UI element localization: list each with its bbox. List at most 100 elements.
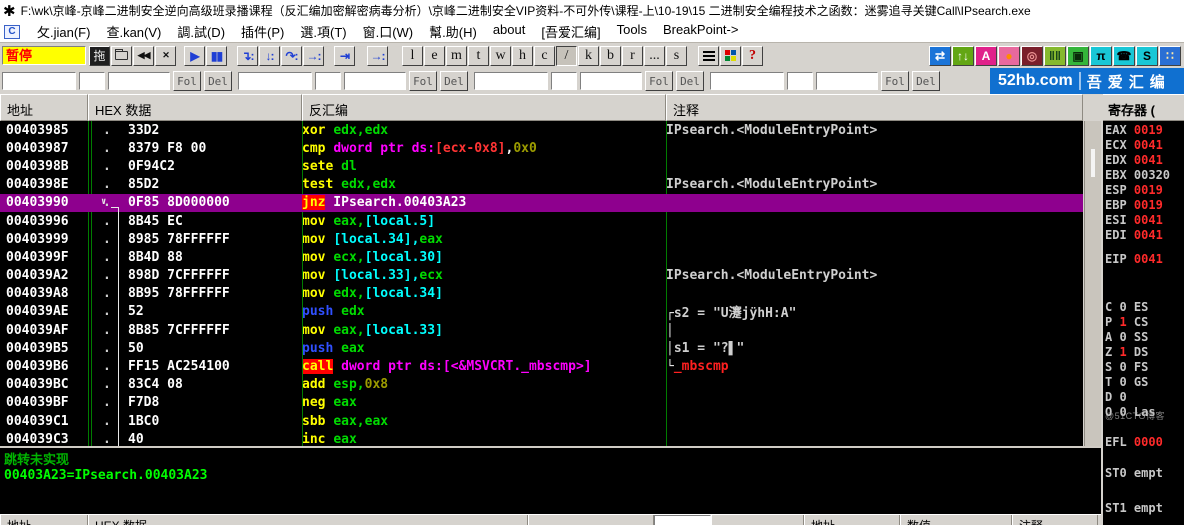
disasm-row[interactable]: 00403990. 0F85 8D000000 jnz IPsearch.00403… bbox=[0, 193, 1083, 212]
up-down-plugin-button[interactable]: ↑↓ bbox=[952, 45, 974, 66]
close-button[interactable]: ✕ bbox=[155, 45, 176, 66]
pause-button[interactable]: ▮▮ bbox=[206, 45, 227, 66]
call-stack-window-button[interactable]: k bbox=[578, 45, 599, 66]
register-row[interactable]: EBX 00320 bbox=[1105, 168, 1184, 183]
cpu-window-button[interactable]: c bbox=[534, 45, 555, 66]
menu-item-2[interactable]: 調.試(D) bbox=[169, 22, 233, 41]
menu-item-6[interactable]: 幫.助(H) bbox=[421, 22, 485, 41]
search-input-small[interactable] bbox=[787, 72, 813, 90]
log-window-button[interactable]: l bbox=[402, 45, 423, 66]
follow-button[interactable]: Fol bbox=[173, 71, 201, 91]
disasm-row[interactable]: 004039AF. 8B85 7CFFFFFF mov eax,[local.33]… bbox=[0, 321, 1083, 339]
disasm-row[interactable]: 0040398E. 85D2 test edx,edx IPsearch.<Modul… bbox=[0, 176, 1083, 194]
register-row[interactable]: EDX 0041 bbox=[1105, 153, 1184, 168]
delete-button[interactable]: Del bbox=[912, 71, 940, 91]
register-row[interactable]: ECX 0041 bbox=[1105, 138, 1184, 153]
bars-plugin-button[interactable]: ‖‖ bbox=[1044, 45, 1066, 66]
search-input-mid[interactable] bbox=[108, 72, 170, 90]
search-input-small[interactable] bbox=[315, 72, 341, 90]
menu-item-0[interactable]: 攵.jian(F) bbox=[29, 22, 98, 41]
register-row[interactable]: EBP 0019 bbox=[1105, 198, 1184, 213]
disasm-row[interactable]: 00403999. 8985 78FFFFFF mov [local.34],eax bbox=[0, 230, 1083, 248]
disasm-scrollbar[interactable] bbox=[1084, 121, 1101, 446]
search-input[interactable] bbox=[710, 72, 784, 90]
menu-item-10[interactable]: BreakPoint-> bbox=[655, 22, 747, 41]
disasm-row[interactable]: 004039BC. 83C4 08 add esp,0x8 bbox=[0, 376, 1083, 394]
target-plugin-button[interactable]: ◎ bbox=[1021, 45, 1043, 66]
disasm-row[interactable]: 004039A8. 8B95 78FFFFFF mov edx,[local.34] bbox=[0, 285, 1083, 303]
disasm-row[interactable]: 004039C3. 40 inc eax bbox=[0, 430, 1083, 446]
search-input[interactable] bbox=[474, 72, 548, 90]
disasm-row[interactable]: 0040398B. 0F94C2 sete dl bbox=[0, 157, 1083, 175]
help-button[interactable]: ? bbox=[742, 45, 763, 66]
flag-row[interactable]: D 0 bbox=[1105, 390, 1184, 405]
search-input-mid[interactable] bbox=[344, 72, 406, 90]
pi-plugin-button[interactable]: π bbox=[1090, 45, 1112, 66]
trace-into-button[interactable]: ↷: bbox=[281, 45, 302, 66]
follow-button[interactable]: Fol bbox=[645, 71, 673, 91]
references-window-button[interactable]: r bbox=[622, 45, 643, 66]
flag-row[interactable]: S 0 FS bbox=[1105, 360, 1184, 375]
disasm-row[interactable]: 004039AE. 52 push edx ┌s2 = "U瀽jÿhH:A" bbox=[0, 303, 1083, 321]
flag-row[interactable]: A 0 SS bbox=[1105, 330, 1184, 345]
disasm-row[interactable]: 00403987. 8379 F8 00 cmp dword ptr ds:[ecx… bbox=[0, 139, 1083, 157]
efl-row[interactable]: EFL 0000 bbox=[1105, 435, 1184, 450]
register-row[interactable]: ESI 0041 bbox=[1105, 213, 1184, 228]
menu-item-8[interactable]: [吾爱汇编] bbox=[533, 22, 608, 41]
disasm-row[interactable]: 00403996. 8B45 EC mov eax,[local.5] bbox=[0, 212, 1083, 230]
delete-button[interactable]: Del bbox=[676, 71, 704, 91]
follow-button[interactable]: Fol bbox=[409, 71, 437, 91]
step-into-button[interactable]: ↴: bbox=[237, 45, 258, 66]
memory-window-button[interactable]: m bbox=[446, 45, 467, 66]
menu-item-3[interactable]: 插件(P) bbox=[233, 22, 292, 41]
cpu-window-icon[interactable]: C bbox=[4, 24, 20, 39]
search-input-small[interactable] bbox=[551, 72, 577, 90]
flag-row[interactable]: P 1 CS bbox=[1105, 315, 1184, 330]
flag-row[interactable]: T 0 GS bbox=[1105, 375, 1184, 390]
windows-window-button[interactable]: w bbox=[490, 45, 511, 66]
disasm-row[interactable]: 004039A2. 898D 7CFFFFFF mov [local.33],ecx… bbox=[0, 267, 1083, 285]
run-trace-window-button[interactable]: ... bbox=[644, 45, 665, 66]
delete-button[interactable]: Del bbox=[204, 71, 232, 91]
disasm-row[interactable]: 004039BF. F7D8 neg eax bbox=[0, 394, 1083, 412]
window-plugin-button[interactable]: ▣ bbox=[1067, 45, 1089, 66]
ad-banner[interactable]: 52hb.com 吾爱汇编 bbox=[990, 68, 1184, 94]
goto-button[interactable]: →: bbox=[367, 45, 388, 66]
threads-window-button[interactable]: t bbox=[468, 45, 489, 66]
search-input-small[interactable] bbox=[79, 72, 105, 90]
search-input[interactable] bbox=[238, 72, 312, 90]
menu-item-5[interactable]: 窗.口(W) bbox=[355, 22, 422, 41]
search-input-mid[interactable] bbox=[816, 72, 878, 90]
registers-body[interactable]: EAX 0019 ECX 0041 EDX 0041 EBX 00320 ESP 001… bbox=[1103, 121, 1184, 525]
eip-row[interactable]: EIP 0041 bbox=[1105, 252, 1184, 267]
disasm-row[interactable]: 004039B6. FF15 AC254100 call dword ptr ds:… bbox=[0, 357, 1083, 375]
executables-window-button[interactable]: e bbox=[424, 45, 445, 66]
run-button[interactable]: ▶ bbox=[184, 45, 205, 66]
register-row[interactable]: ESP 0019 bbox=[1105, 183, 1184, 198]
disasm-row[interactable]: 00403985. 33D2 xor edx,edx IPsearch.<Module… bbox=[0, 121, 1083, 139]
register-row[interactable]: EDI 0041 bbox=[1105, 228, 1184, 243]
orange-dot-plugin-button[interactable]: ● bbox=[998, 45, 1020, 66]
search-input-mid[interactable] bbox=[580, 72, 642, 90]
menu-item-7[interactable]: about bbox=[485, 22, 534, 41]
breakpoints-window-button[interactable]: b bbox=[600, 45, 621, 66]
letter-s-plugin-button[interactable]: S bbox=[1136, 45, 1158, 66]
trace-over-button[interactable]: →: bbox=[303, 45, 324, 66]
handles-window-button[interactable]: h bbox=[512, 45, 533, 66]
open-file-button[interactable] bbox=[111, 45, 132, 66]
delete-button[interactable]: Del bbox=[440, 71, 468, 91]
menu-item-4[interactable]: 選.項(T) bbox=[292, 22, 354, 41]
follow-button[interactable]: Fol bbox=[881, 71, 909, 91]
disasm-row[interactable]: 004039C1. 1BC0 sbb eax,eax bbox=[0, 412, 1083, 430]
restart-button[interactable]: ◀◀ bbox=[133, 45, 154, 66]
scrollbar-thumb[interactable] bbox=[1091, 149, 1095, 177]
flag-row[interactable]: C 0 ES bbox=[1105, 300, 1184, 315]
patches-window-button[interactable]: / bbox=[556, 45, 577, 66]
step-over-button[interactable]: ↓: bbox=[259, 45, 280, 66]
sync-arrows-plugin-button[interactable]: ⇄ bbox=[929, 45, 951, 66]
banner-site-link[interactable]: 52hb.com bbox=[990, 72, 1081, 90]
colors-plugin-button[interactable]: ∷ bbox=[1159, 45, 1181, 66]
disasm-pane[interactable]: 00403985. 33D2 xor edx,edx IPsearch.<Module… bbox=[0, 121, 1083, 446]
menu-item-9[interactable]: Tools bbox=[609, 22, 655, 41]
letter-a-plugin-button[interactable]: A bbox=[975, 45, 997, 66]
